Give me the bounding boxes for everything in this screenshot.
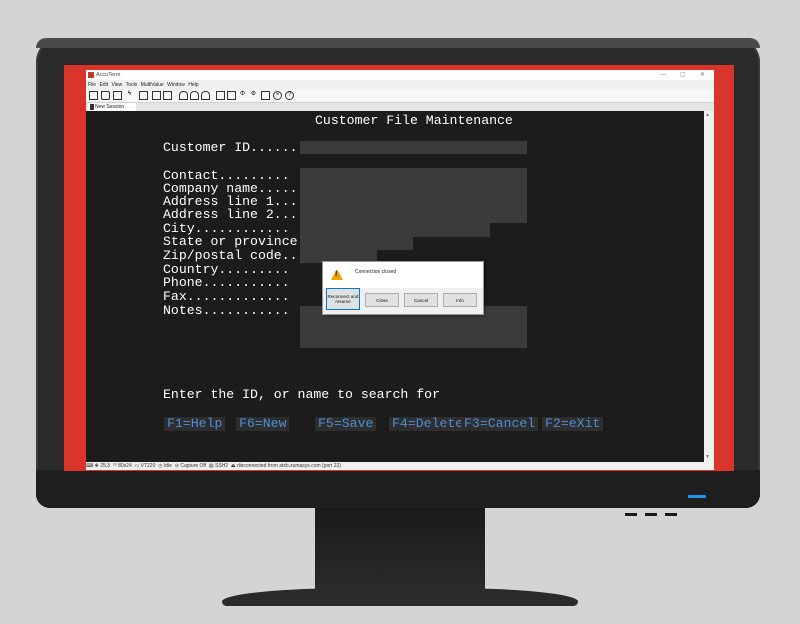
download-icon[interactable]: [190, 91, 199, 100]
power-led-icon: [688, 495, 706, 498]
minimize-button[interactable]: —: [660, 70, 666, 80]
gear-icon[interactable]: ⚙: [249, 91, 258, 100]
help-icon[interactable]: ?: [285, 91, 294, 100]
address-fields-block[interactable]: [300, 168, 527, 223]
capture-status: Capture Off: [180, 463, 207, 469]
maximize-button[interactable]: ▢: [680, 70, 686, 80]
connection-icon: ⏏: [229, 463, 236, 469]
customer-id-field[interactable]: [300, 141, 527, 154]
toolbar: ϟ Φ ⚙ × ?: [86, 90, 714, 103]
printer-icon[interactable]: [201, 91, 210, 100]
screen-heading: Customer File Maintenance: [315, 113, 513, 128]
copy-icon[interactable]: [152, 91, 161, 100]
cursor-position-icon: ✥: [94, 463, 99, 469]
tab-new-session[interactable]: New Session: [88, 103, 136, 111]
session-icon: [90, 104, 94, 110]
menu-multivalue[interactable]: MultiValue: [141, 81, 164, 89]
monitor-button: [625, 513, 637, 516]
menu-bar: File Edit View Tools MultiValue Window H…: [86, 81, 714, 89]
connection-status: disconnected from atsb.zumasys.com (port…: [237, 463, 341, 469]
status-bar: ⌨ ✥ 25,3 ⤧ 80x24 ▭ VT220 ◷ Idle ⊖ Captur…: [86, 462, 714, 470]
menu-window[interactable]: Window: [167, 81, 185, 89]
field-label: Zip/postal code..: [163, 248, 298, 263]
monitor-base: [222, 588, 578, 606]
upload-icon[interactable]: [179, 91, 188, 100]
window-title: AccuTerm: [96, 72, 121, 78]
field-label: Phone...........: [163, 275, 290, 290]
monitor-neck: [315, 508, 485, 592]
field-label: Fax.............: [163, 289, 290, 304]
field-label: Notes...........: [163, 303, 290, 318]
protocol-icon: ▤: [207, 463, 214, 469]
menu-edit[interactable]: Edit: [99, 81, 108, 89]
idle-icon: ◷: [156, 463, 163, 469]
properties-icon[interactable]: Φ: [238, 91, 247, 100]
app-window: AccuTerm — ▢ ✕ File Edit View Tools Mult…: [86, 70, 714, 470]
session-state: Idle: [163, 463, 172, 469]
print-icon[interactable]: [139, 91, 148, 100]
monitor-button: [665, 513, 677, 516]
f6-new-key[interactable]: F6=New: [236, 417, 290, 431]
f4-delete-key[interactable]: F4=Delete: [389, 417, 467, 431]
menu-tools[interactable]: Tools: [126, 81, 138, 89]
reconnect-button[interactable]: Reconnect and resume: [326, 288, 360, 310]
field-label: State or province: [163, 234, 298, 249]
dialog-info-button[interactable]: Info: [443, 293, 477, 307]
menu-help[interactable]: Help: [188, 81, 198, 89]
f2-exit-key[interactable]: F2=eXit: [542, 417, 604, 431]
monitor-chin: [36, 470, 760, 508]
screen-size-icon: ⤧: [111, 463, 117, 469]
connect-icon[interactable]: ϟ: [125, 91, 134, 100]
app-logo-icon: [88, 72, 94, 78]
protocol: SSH2: [215, 463, 229, 469]
menu-file[interactable]: File: [88, 81, 96, 89]
scroll-down-icon[interactable]: ▼: [705, 454, 710, 460]
scroll-up-icon[interactable]: ▲: [705, 112, 710, 118]
warning-mark: !: [335, 271, 338, 278]
terminal-type-icon: ▭: [133, 463, 140, 469]
close-window-button[interactable]: ✕: [700, 70, 705, 80]
search-prompt: Enter the ID, or name to search for: [163, 387, 440, 402]
connection-closed-dialog: ! Connection closed Reconnect and resume…: [322, 261, 484, 315]
menu-view[interactable]: View: [111, 81, 122, 89]
f1-help-key[interactable]: F1=Help: [164, 417, 226, 431]
keyboard-icon: ⌨: [86, 463, 94, 469]
vertical-scrollbar[interactable]: ▲ ▼: [704, 111, 714, 462]
screen-size: 80x24: [118, 463, 132, 469]
new-icon[interactable]: [89, 91, 98, 100]
save-icon[interactable]: [113, 91, 122, 100]
dialog-message: Connection closed: [355, 269, 397, 275]
capture-icon: ⊖: [173, 463, 179, 469]
script-icon[interactable]: [216, 91, 225, 100]
dialog-close-button[interactable]: Close: [365, 293, 399, 307]
tab-bar: New Session: [86, 103, 714, 111]
monitor-button: [645, 513, 657, 516]
state-field[interactable]: [300, 236, 413, 250]
city-field[interactable]: [300, 222, 490, 237]
f5-save-key[interactable]: F5=Save: [315, 417, 377, 431]
title-bar: AccuTerm — ▢ ✕: [86, 70, 714, 80]
window-icon[interactable]: [261, 91, 270, 100]
field-label: Address line 2...: [163, 207, 298, 222]
open-icon[interactable]: [101, 91, 110, 100]
dialog-cancel-button[interactable]: Cancel: [404, 293, 438, 307]
paste-icon[interactable]: [163, 91, 172, 100]
tab-label: New Session: [95, 104, 125, 110]
customer-id-label: Customer ID......: [163, 140, 298, 155]
terminal-type: VT220: [140, 463, 156, 469]
cursor-position: 25,3: [100, 463, 110, 469]
settings-icon[interactable]: [227, 91, 236, 100]
monitor-bezel-highlight: [36, 38, 760, 48]
close-circle-icon[interactable]: ×: [273, 91, 282, 100]
f3-cancel-key[interactable]: F3=Cancel: [461, 417, 539, 431]
